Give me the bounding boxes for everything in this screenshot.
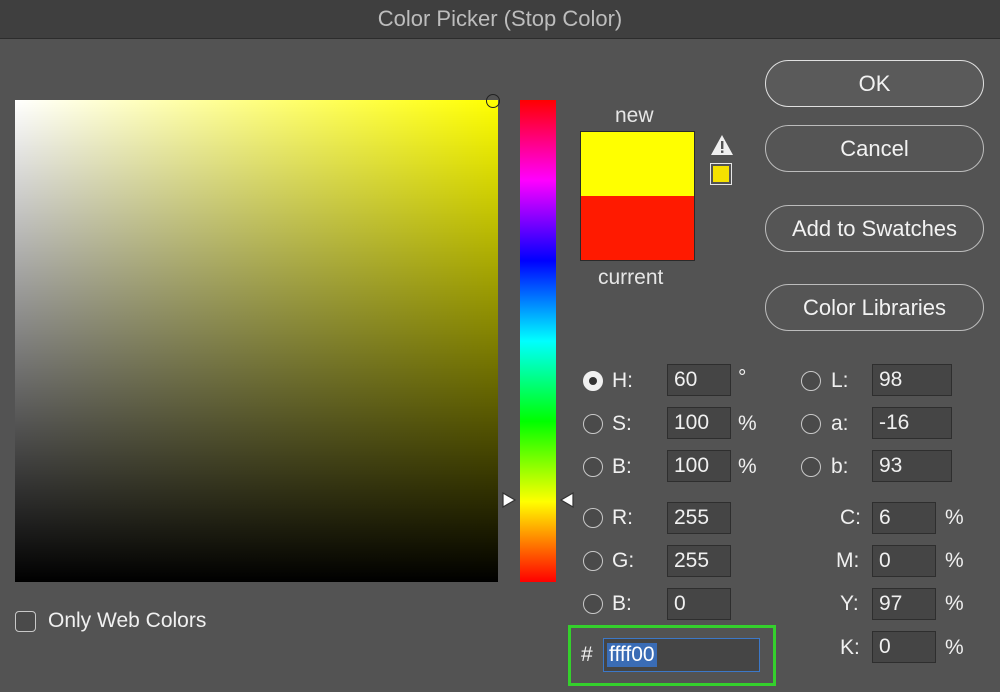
saturation-input[interactable]: 100 [667, 407, 731, 439]
lightness-label: L: [831, 369, 849, 392]
warning-triangle-icon[interactable] [710, 134, 734, 156]
blue-input[interactable]: 0 [667, 588, 731, 620]
color-libraries-button[interactable]: Color Libraries [765, 284, 984, 331]
hue-slider-right-arrow-icon[interactable] [558, 490, 574, 510]
color-preview [580, 131, 695, 261]
green-radio[interactable] [583, 551, 603, 571]
hue-unit: ° [738, 366, 747, 389]
blue-radio[interactable] [583, 594, 603, 614]
magenta-label: M: [836, 549, 860, 572]
hex-prefix: # [581, 643, 593, 666]
yellow-input[interactable]: 97 [872, 588, 936, 620]
hue-radio[interactable] [583, 371, 603, 391]
lab-b-radio[interactable] [801, 457, 821, 477]
brightness-unit: % [738, 455, 757, 478]
hue-label: H: [612, 369, 633, 392]
cyan-unit: % [945, 506, 964, 529]
lightness-input[interactable]: 98 [872, 364, 952, 396]
yellow-unit: % [945, 592, 964, 615]
magenta-input[interactable]: 0 [872, 545, 936, 577]
cyan-input[interactable]: 6 [872, 502, 936, 534]
cyan-label: C: [840, 506, 861, 529]
saturation-unit: % [738, 412, 757, 435]
lab-b-label: b: [831, 455, 849, 478]
hue-slider[interactable] [520, 100, 556, 582]
only-web-colors-checkbox[interactable] [15, 611, 36, 632]
magenta-unit: % [945, 549, 964, 572]
only-web-colors-label: Only Web Colors [48, 609, 207, 632]
lab-a-input[interactable]: -16 [872, 407, 952, 439]
green-label: G: [612, 549, 635, 572]
ok-button[interactable]: OK [765, 60, 984, 107]
lab-a-label: a: [831, 412, 849, 435]
hue-input[interactable]: 60 [667, 364, 731, 396]
new-label: new [615, 104, 654, 127]
red-input[interactable]: 255 [667, 502, 731, 534]
window-title: Color Picker (Stop Color) [0, 0, 1000, 39]
new-color-swatch [581, 132, 694, 196]
red-label: R: [612, 506, 633, 529]
color-field-marker[interactable] [486, 94, 500, 108]
saturation-radio[interactable] [583, 414, 603, 434]
brightness-label: B: [612, 455, 632, 478]
blue-label: B: [612, 592, 632, 615]
green-input[interactable]: 255 [667, 545, 731, 577]
hue-slider-left-arrow-icon[interactable] [502, 490, 518, 510]
black-label: K: [840, 636, 860, 659]
lightness-radio[interactable] [801, 371, 821, 391]
current-color-swatch[interactable] [581, 196, 694, 260]
black-input[interactable]: 0 [872, 631, 936, 663]
add-to-swatches-button[interactable]: Add to Swatches [765, 205, 984, 252]
yellow-label: Y: [840, 592, 859, 615]
brightness-input[interactable]: 100 [667, 450, 731, 482]
saturation-brightness-field[interactable] [15, 100, 498, 582]
hex-selected-text: ffff00 [607, 643, 657, 667]
brightness-radio[interactable] [583, 457, 603, 477]
lab-b-input[interactable]: 93 [872, 450, 952, 482]
cancel-button[interactable]: Cancel [765, 125, 984, 172]
black-unit: % [945, 636, 964, 659]
hex-input[interactable]: ffff00 [603, 638, 760, 672]
gamut-correction-swatch[interactable] [710, 163, 732, 185]
current-label: current [598, 266, 664, 289]
saturation-label: S: [612, 412, 632, 435]
lab-a-radio[interactable] [801, 414, 821, 434]
red-radio[interactable] [583, 508, 603, 528]
